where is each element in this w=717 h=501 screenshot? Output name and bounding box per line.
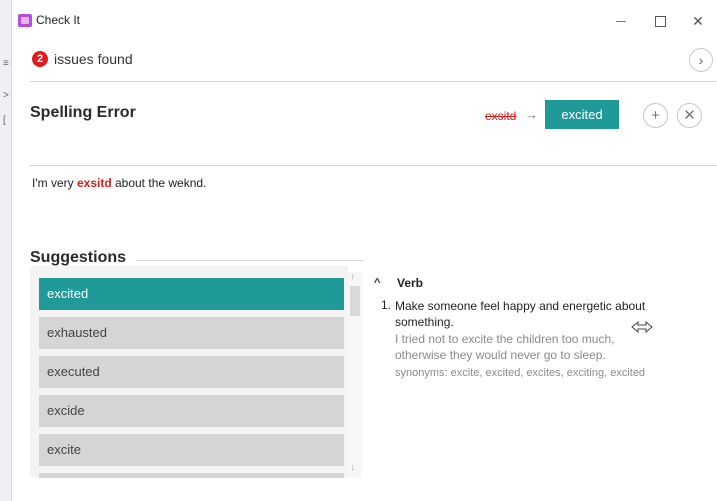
divider	[30, 165, 716, 166]
definition-synonyms: synonyms: excite, excited, excites, exci…	[395, 367, 646, 379]
suggestions-heading: Suggestions	[30, 249, 127, 266]
next-issue-button[interactable]: ›	[689, 48, 713, 72]
chevron-right-icon: ›	[698, 52, 704, 68]
add-to-dictionary-button[interactable]: +	[643, 103, 668, 128]
divider	[136, 260, 364, 261]
window-title: Check It	[36, 13, 81, 27]
edge-glyph: >	[3, 90, 9, 101]
arrow-right-icon: →	[525, 107, 538, 122]
minimize-button[interactable]	[606, 8, 636, 34]
suggestion-item[interactable]: excide	[39, 395, 344, 427]
check-it-window: Check It ✕ 2 issues found › Spelling Err…	[12, 0, 717, 501]
issues-label: issues found	[54, 51, 133, 67]
issues-count-badge: 2	[32, 51, 48, 67]
edge-glyph: [	[3, 115, 6, 126]
suggestion-item-partial[interactable]	[39, 473, 344, 478]
sentence-misspelled-word[interactable]: exsitd	[77, 176, 112, 190]
close-button[interactable]: ✕	[683, 8, 713, 34]
edge-glyph: ≡	[3, 58, 9, 69]
definition-example: I tried not to excite the children too m…	[395, 332, 615, 362]
background-window-edge: ≡ > [	[0, 0, 12, 501]
dismiss-error-button[interactable]: ✕	[677, 103, 702, 128]
scrollbar-thumb[interactable]	[350, 286, 360, 316]
plus-icon: +	[651, 107, 660, 124]
suggestion-item[interactable]: exhausted	[39, 317, 344, 349]
scroll-down-arrow-icon[interactable]: ↓	[350, 462, 355, 473]
suggestion-item[interactable]: excited	[39, 278, 344, 310]
suggestions-list[interactable]: excited exhausted executed excide excite	[30, 266, 348, 478]
context-sentence: I'm very exsitd about the weknd.	[32, 176, 206, 190]
issues-summary: 2 issues found ›	[30, 44, 713, 76]
definition-number: 1.	[381, 298, 392, 312]
sentence-before: I'm very	[32, 176, 77, 190]
close-icon: ✕	[692, 12, 704, 29]
suggestion-item[interactable]: executed	[39, 356, 344, 388]
misspelled-word: exsitd	[485, 109, 517, 123]
suggestion-item[interactable]: excite	[39, 434, 344, 466]
suggestions-scrollbar[interactable]: ↑ ↓	[348, 272, 362, 478]
title-bar[interactable]: Check It ✕	[12, 0, 717, 36]
sentence-after: about the weknd.	[111, 176, 207, 190]
close-icon: ✕	[683, 107, 696, 124]
apply-correction-button[interactable]: excited	[545, 100, 619, 129]
error-type-heading: Spelling Error	[30, 104, 136, 121]
part-of-speech: Verb	[397, 276, 424, 290]
scroll-up-arrow-icon[interactable]: ↑	[350, 272, 355, 283]
resize-cursor-icon	[631, 321, 653, 333]
app-icon	[18, 14, 32, 27]
maximize-button[interactable]	[645, 8, 675, 34]
collapse-chevron-icon[interactable]: ^	[374, 277, 380, 289]
divider	[30, 81, 716, 82]
